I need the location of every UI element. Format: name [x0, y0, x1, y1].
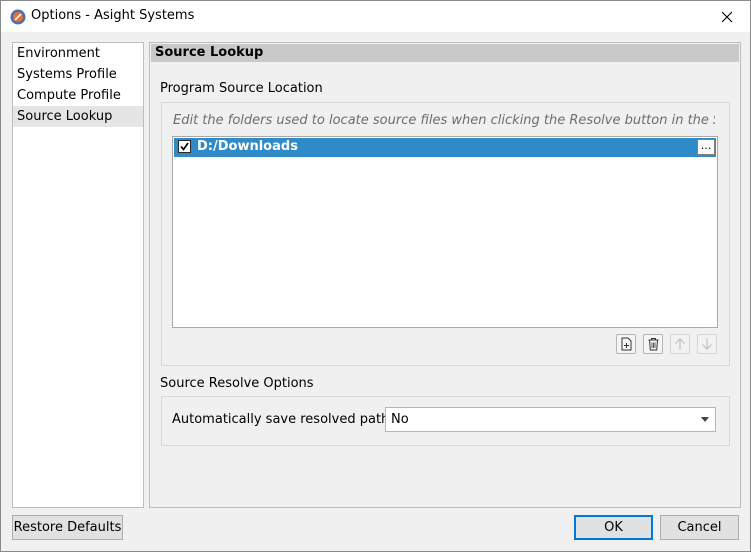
move-up-icon — [675, 338, 685, 350]
auto-save-label: Automatically save resolved paths — [172, 412, 397, 427]
folders-hint: Edit the folders used to locate source f… — [173, 113, 715, 128]
browse-button[interactable]: ... — [697, 139, 715, 155]
panel-header: Source Lookup — [151, 44, 739, 62]
nav-item-systems-profile[interactable]: Systems Profile — [13, 64, 143, 85]
panel-title: Source Lookup — [155, 45, 264, 60]
folder-path: D:/Downloads — [197, 139, 298, 154]
resolve-options-title: Source Resolve Options — [160, 376, 314, 391]
nav-item-source-lookup[interactable]: Source Lookup — [13, 106, 143, 127]
program-source-title: Program Source Location — [160, 81, 323, 96]
move-up-button[interactable] — [670, 334, 690, 354]
close-icon — [721, 11, 733, 22]
auto-save-select[interactable]: No — [385, 407, 716, 432]
auto-save-value: No — [391, 412, 409, 427]
move-down-button[interactable] — [697, 334, 717, 354]
add-folder-button[interactable] — [616, 334, 636, 354]
window-title: Options - Asight Systems — [31, 8, 195, 23]
category-list[interactable]: Environment Systems Profile Compute Prof… — [12, 42, 144, 508]
checkmark-icon — [180, 142, 189, 151]
restore-defaults-button[interactable]: Restore Defaults — [12, 515, 123, 540]
ok-button[interactable]: OK — [574, 515, 653, 540]
delete-icon — [648, 338, 658, 351]
title-bar: Options - Asight Systems — [1, 1, 750, 32]
source-folders-list[interactable]: D:/Downloads ... — [172, 136, 718, 328]
cancel-button[interactable]: Cancel — [660, 515, 739, 540]
dropdown-arrow-icon — [701, 417, 709, 422]
nav-item-compute-profile[interactable]: Compute Profile — [13, 85, 143, 106]
folder-checkbox[interactable] — [178, 140, 191, 153]
add-folder-icon — [621, 337, 631, 351]
move-down-icon — [702, 338, 712, 350]
nav-item-environment[interactable]: Environment — [13, 43, 143, 64]
delete-folder-button[interactable] — [643, 334, 663, 354]
app-icon — [10, 9, 26, 25]
folder-row[interactable]: D:/Downloads ... — [174, 138, 716, 157]
close-button[interactable] — [704, 1, 750, 32]
options-dialog: Options - Asight Systems Environment Sys… — [0, 0, 751, 552]
